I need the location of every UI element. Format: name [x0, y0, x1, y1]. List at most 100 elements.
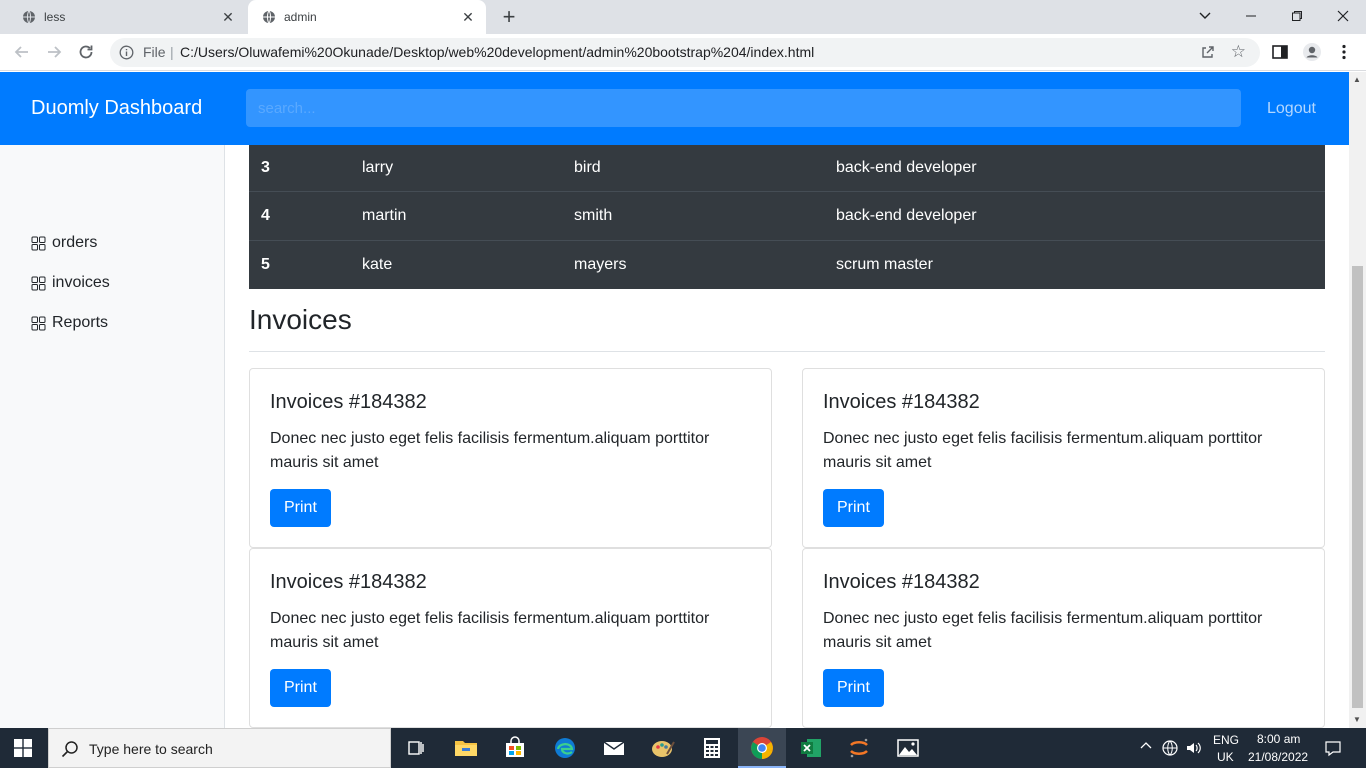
row-id: 3: [261, 158, 270, 176]
kebab-menu-icon[interactable]: [1334, 42, 1354, 62]
brand-title[interactable]: Duomly Dashboard: [31, 97, 202, 120]
last-name-cell: smith: [562, 190, 824, 240]
excel-icon[interactable]: [797, 734, 825, 762]
language-code[interactable]: ENG: [1213, 733, 1239, 747]
mail-icon[interactable]: [600, 734, 628, 762]
role-cell: back-end developer: [824, 190, 1325, 240]
row-id: 5: [249, 239, 350, 289]
grid-icon: [31, 316, 46, 330]
address-bar[interactable]: File | C:/Users/Oluwafemi%20Okunade/Desk…: [110, 38, 1260, 67]
table-row: 4 martin smith back-end developer: [249, 190, 1325, 240]
minimize-button[interactable]: [1239, 5, 1263, 29]
close-window-button[interactable]: [1331, 5, 1355, 29]
clock-date[interactable]: 21/08/2022: [1248, 750, 1308, 764]
clock-time[interactable]: 8:00 am: [1257, 732, 1300, 746]
invoice-text: Donec nec justo eget felis facilisis fer…: [270, 610, 710, 651]
search-input[interactable]: [246, 89, 1241, 127]
tray-chevron-icon[interactable]: [1140, 740, 1152, 755]
invoice-title: Invoices #184382: [270, 571, 427, 593]
browser-tab-admin[interactable]: admin ✕: [248, 0, 486, 34]
close-icon[interactable]: ✕: [220, 9, 236, 25]
info-icon[interactable]: [119, 45, 134, 60]
windows-taskbar: Type here to search ENG UK 8:00 am 21/08…: [0, 728, 1366, 768]
browser-tab-strip: less ✕ admin ✕ +: [0, 0, 1366, 34]
profile-avatar-icon[interactable]: [1302, 42, 1322, 62]
sidebar-item-label: Reports: [52, 314, 109, 331]
invoice-title: Invoices #184382: [823, 391, 980, 413]
task-view-icon[interactable]: [402, 734, 430, 762]
back-arrow-icon[interactable]: [12, 42, 32, 62]
grid-icon: [31, 236, 46, 250]
scheme-label: File: [143, 44, 166, 60]
print-button[interactable]: Print: [270, 669, 331, 707]
photos-icon[interactable]: [894, 734, 922, 762]
chrome-icon[interactable]: [748, 734, 776, 762]
role-cell: scrum master: [824, 239, 1325, 289]
paint-icon[interactable]: [649, 734, 677, 762]
new-tab-button[interactable]: +: [498, 6, 520, 28]
app-navbar: Duomly Dashboard Logout: [0, 72, 1349, 145]
invoice-title: Invoices #184382: [270, 391, 427, 413]
share-icon[interactable]: [1200, 44, 1216, 60]
tab-title: admin: [284, 10, 317, 24]
first-name-cell: kate: [350, 239, 562, 289]
invoice-title: Invoices #184382: [823, 571, 980, 593]
sidebar-item-label: orders: [52, 234, 98, 251]
invoice-text: Donec nec justo eget felis facilisis fer…: [823, 610, 1263, 651]
browser-tab-less[interactable]: less ✕: [8, 0, 246, 34]
scroll-up-arrow-icon[interactable]: ▲: [1353, 75, 1361, 84]
language-region[interactable]: UK: [1217, 750, 1234, 764]
network-globe-icon[interactable]: [1161, 739, 1179, 757]
bookmark-star-icon[interactable]: ☆: [1231, 43, 1246, 60]
first-name-cell: martin: [350, 190, 562, 240]
invoice-card: Invoices #184382 Donec nec justo eget fe…: [249, 548, 772, 728]
taskbar-search-box[interactable]: Type here to search: [48, 728, 391, 768]
calculator-icon[interactable]: [698, 734, 726, 762]
invoice-text: Donec nec justo eget felis facilisis fer…: [823, 430, 1263, 471]
logout-link[interactable]: Logout: [1267, 100, 1316, 118]
invoices-heading: Invoices: [249, 304, 352, 335]
invoice-card: Invoices #184382 Donec nec justo eget fe…: [249, 368, 772, 548]
microsoft-store-icon[interactable]: [501, 734, 529, 762]
last-name-cell: bird: [574, 158, 601, 176]
edge-browser-icon[interactable]: [551, 734, 579, 762]
page-scrollbar[interactable]: ▲ ▼: [1349, 72, 1366, 728]
scroll-thumb[interactable]: [1352, 266, 1363, 708]
notification-icon[interactable]: [1324, 739, 1342, 757]
invoice-text: Donec nec justo eget felis facilisis fer…: [270, 430, 710, 471]
sidebar-item-orders[interactable]: orders: [31, 234, 97, 252]
table-row: 5 kate mayers scrum master: [249, 239, 1325, 289]
role-cell: back-end developer: [836, 158, 977, 176]
invoice-card: Invoices #184382 Donec nec justo eget fe…: [802, 548, 1325, 728]
tab-title: less: [44, 10, 66, 24]
file-explorer-icon[interactable]: [452, 734, 480, 762]
scroll-down-arrow-icon[interactable]: ▼: [1353, 715, 1361, 724]
globe-icon: [23, 10, 35, 24]
windows-start-icon[interactable]: [14, 739, 32, 757]
sidebar-item-reports[interactable]: Reports: [31, 314, 108, 332]
last-name-cell: mayers: [562, 239, 824, 289]
jupyter-icon[interactable]: [845, 734, 873, 762]
divider: |: [170, 44, 174, 60]
row-id: 4: [249, 190, 350, 240]
forward-arrow-icon[interactable]: [44, 42, 64, 62]
restore-button[interactable]: [1285, 5, 1309, 29]
side-panel-icon[interactable]: [1270, 42, 1290, 62]
url-text[interactable]: C:/Users/Oluwafemi%20Okunade/Desktop/web…: [180, 44, 814, 60]
reload-icon[interactable]: [76, 42, 96, 62]
print-button[interactable]: Print: [823, 669, 884, 707]
print-button[interactable]: Print: [270, 489, 331, 527]
volume-icon[interactable]: [1185, 739, 1203, 757]
sidebar: orders invoices Reports: [0, 145, 225, 728]
print-button[interactable]: Print: [823, 489, 884, 527]
section-divider: [249, 351, 1325, 352]
globe-icon: [263, 10, 275, 24]
browser-toolbar: File | C:/Users/Oluwafemi%20Okunade/Desk…: [0, 34, 1366, 71]
first-name-cell: larry: [362, 158, 394, 176]
tab-search-chevron-icon[interactable]: [1193, 5, 1217, 29]
close-icon[interactable]: ✕: [460, 9, 476, 25]
table-row: 3 larry bird back-end developer: [249, 145, 1325, 191]
users-table: 3 larry bird back-end developer 4 martin…: [249, 145, 1325, 289]
sidebar-item-invoices[interactable]: invoices: [31, 274, 110, 292]
grid-icon: [31, 276, 46, 290]
